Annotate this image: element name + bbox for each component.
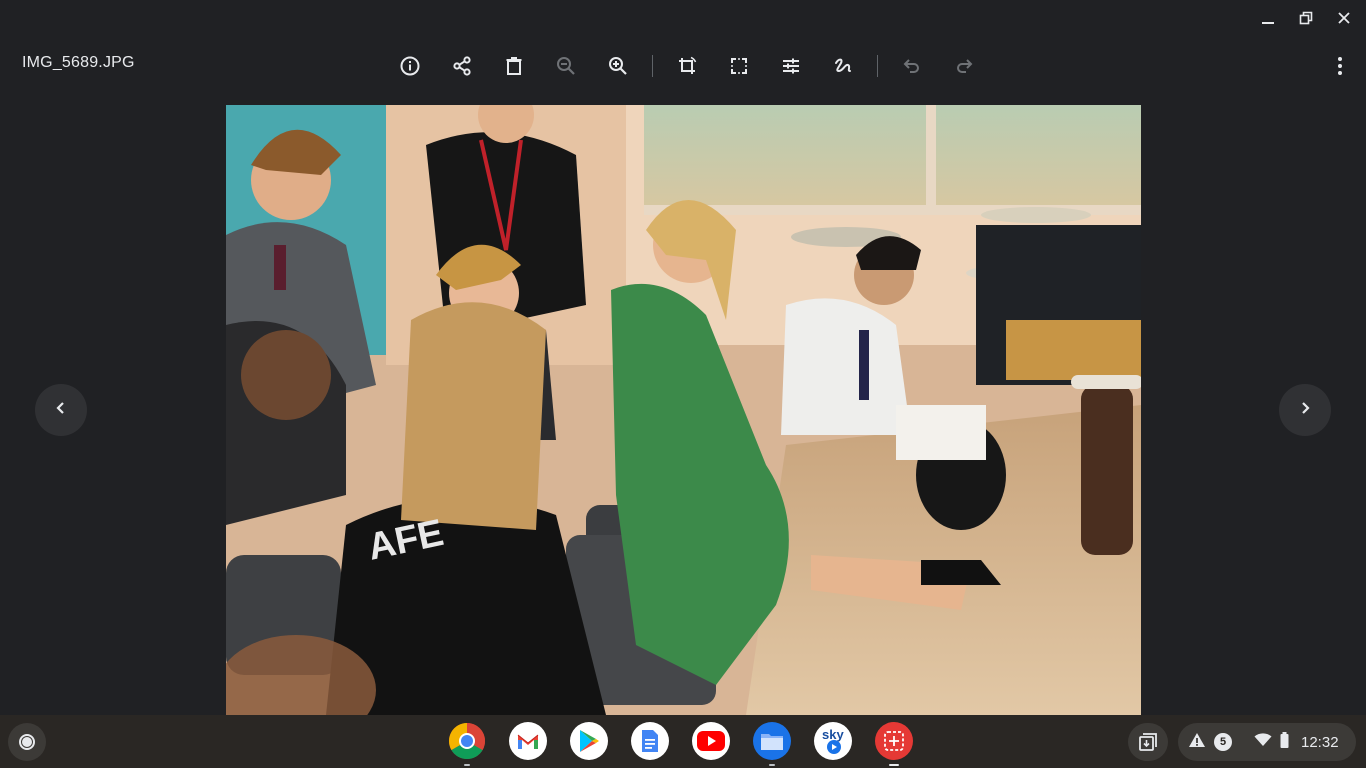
previous-image-button[interactable] <box>35 384 87 436</box>
zoom-in-icon[interactable] <box>603 51 633 81</box>
toolbar-divider <box>652 55 653 77</box>
sky-go-app-icon[interactable]: sky <box>814 722 852 760</box>
gmail-app-icon[interactable] <box>509 722 547 760</box>
redo-icon[interactable] <box>949 51 979 81</box>
toolbar-divider <box>877 55 878 77</box>
minimize-icon[interactable] <box>1256 6 1280 30</box>
more-vert-icon[interactable] <box>1328 52 1352 80</box>
clock: 12:32 <box>1301 733 1339 751</box>
docs-app-icon[interactable] <box>631 722 669 760</box>
warning-icon <box>1188 732 1206 753</box>
crop-icon[interactable] <box>724 51 754 81</box>
screencast-app-icon[interactable] <box>875 722 913 766</box>
play-store-app-icon[interactable] <box>570 722 608 760</box>
undo-icon[interactable] <box>897 51 927 81</box>
shelf: sky 5 12:32 <box>0 715 1366 768</box>
close-icon[interactable] <box>1332 6 1356 30</box>
shelf-apps: sky <box>448 722 913 766</box>
delete-icon[interactable] <box>499 51 529 81</box>
zoom-out-icon[interactable] <box>551 51 581 81</box>
battery-icon <box>1280 731 1289 753</box>
photo-image: AFE <box>226 105 1141 715</box>
files-app-icon[interactable] <box>753 722 791 766</box>
wifi-icon <box>1254 732 1272 752</box>
notification-count-badge: 5 <box>1214 733 1232 751</box>
restore-icon[interactable] <box>1294 6 1318 30</box>
status-tray[interactable]: 5 12:32 <box>1178 723 1356 761</box>
youtube-app-icon[interactable] <box>692 722 730 760</box>
chrome-app-icon[interactable] <box>448 722 486 766</box>
holding-space-button[interactable] <box>1128 723 1168 761</box>
svg-text:sky: sky <box>822 727 844 742</box>
rotate-icon[interactable] <box>672 51 702 81</box>
chevron-left-icon <box>53 400 69 421</box>
chevron-right-icon <box>1297 400 1313 421</box>
editor-toolbar <box>384 50 990 82</box>
launcher-button[interactable] <box>8 723 46 761</box>
annotate-icon[interactable] <box>828 51 858 81</box>
file-title: IMG_5689.JPG <box>22 54 135 71</box>
share-icon[interactable] <box>447 51 477 81</box>
adjust-icon[interactable] <box>776 51 806 81</box>
window-controls <box>1256 6 1356 30</box>
next-image-button[interactable] <box>1279 384 1331 436</box>
info-icon[interactable] <box>395 51 425 81</box>
